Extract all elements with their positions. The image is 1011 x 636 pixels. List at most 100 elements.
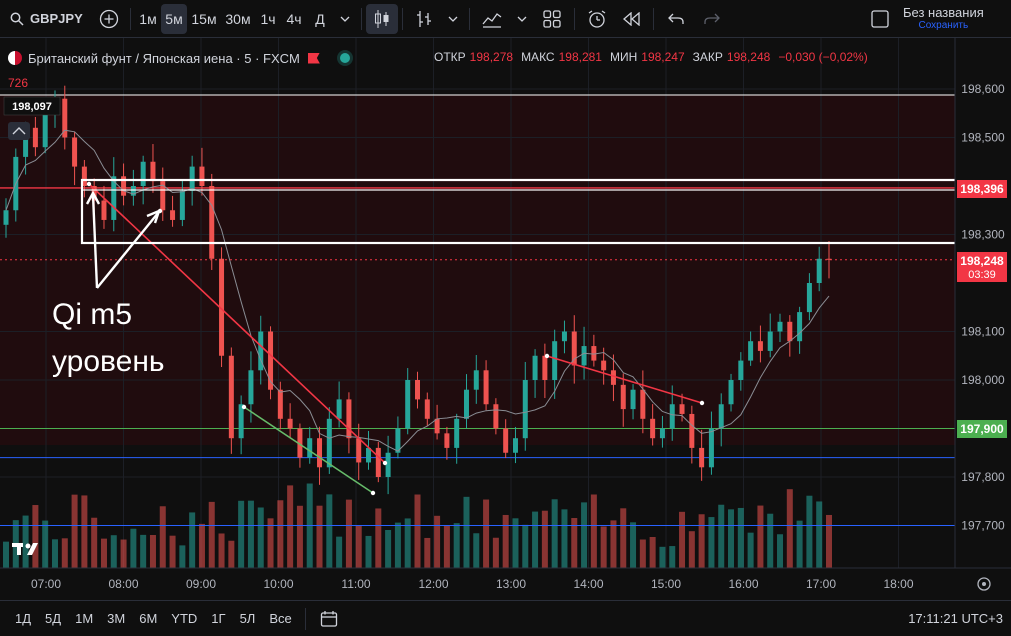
range-3m[interactable]: 3М	[100, 611, 132, 626]
trend-anchor[interactable]	[86, 181, 92, 187]
green-level-price: 197,900	[960, 422, 1004, 436]
candle-body	[650, 418, 656, 439]
indicators-dropdown[interactable]	[510, 4, 534, 34]
date-range-button[interactable]	[320, 610, 338, 628]
interval-4h[interactable]: 4ч	[281, 4, 307, 34]
price-tick-label: 197,700	[961, 519, 1005, 533]
range-all[interactable]: Все	[262, 611, 298, 626]
volume-bar	[541, 510, 548, 568]
chart-type-button[interactable]	[366, 3, 398, 34]
bar-type-dropdown[interactable]	[441, 4, 465, 34]
volume-bar	[443, 525, 450, 568]
candle-body	[542, 355, 548, 380]
chevron-down-icon	[340, 16, 350, 22]
chevron-down-icon	[448, 16, 458, 22]
candle-body	[718, 404, 724, 429]
volume-bar	[287, 485, 294, 568]
annotation-line-1: Qi m5	[52, 298, 132, 331]
candle-body	[620, 384, 626, 410]
dark-red-zone	[0, 95, 955, 445]
templates-button[interactable]	[534, 4, 570, 34]
time-tick-label: 15:00	[651, 577, 681, 591]
candle-body	[317, 438, 323, 468]
volume-bar	[551, 499, 558, 568]
clock[interactable]: 17:11:21 UTC+3	[908, 611, 1011, 626]
symbol-search-button[interactable]: GBPJPY	[0, 4, 92, 34]
trend-anchor[interactable]	[370, 490, 376, 496]
volume-bar	[355, 525, 362, 568]
interval-1m[interactable]: 1м	[135, 4, 161, 34]
candle-body	[336, 399, 342, 419]
price-axis[interactable]	[955, 38, 1011, 568]
range-ytd[interactable]: YTD	[164, 611, 204, 626]
close-label: ЗАКР	[692, 50, 723, 64]
undo-button[interactable]	[658, 4, 694, 34]
price-chart[interactable]: Qi m5 уровень 198,600 198,500 198,300 198,1…	[0, 38, 1011, 600]
range-1d[interactable]: 1Д	[8, 611, 38, 626]
redo-button[interactable]	[694, 4, 730, 34]
low-label: МИН	[609, 50, 638, 64]
candle-body	[787, 321, 793, 342]
low-value: 198,247	[641, 50, 685, 64]
high-label: МАКС	[521, 50, 555, 64]
interval-15m[interactable]: 15м	[187, 4, 221, 34]
instrument-name[interactable]: Британский фунт / Японская иена · 5 · FX…	[28, 51, 300, 66]
candle-body	[601, 360, 607, 371]
alarm-clock-icon	[588, 9, 606, 28]
separator	[130, 7, 131, 30]
indicators-chart-button[interactable]	[474, 4, 510, 34]
undo-icon	[668, 13, 684, 24]
trend-anchor[interactable]	[544, 353, 550, 359]
interval-dropdown[interactable]	[333, 4, 357, 34]
time-tick-label: 16:00	[728, 577, 758, 591]
range-5y[interactable]: 5Л	[233, 611, 263, 626]
volume-bar	[561, 509, 568, 568]
candle-body	[101, 200, 107, 220]
volume-bar	[238, 500, 245, 568]
volume-bar	[159, 506, 166, 568]
plus-circle-icon	[99, 9, 119, 28]
candle-body	[689, 413, 695, 448]
candle-body	[32, 127, 38, 148]
interval-d[interactable]: Д	[307, 4, 333, 34]
candle-body	[728, 380, 734, 405]
trend-anchor[interactable]	[241, 404, 247, 410]
candle-body	[473, 370, 479, 390]
volume-bar	[620, 508, 627, 568]
market-status-dot-icon	[339, 53, 350, 63]
price-tick-label: 198,600	[961, 82, 1005, 96]
volume-bar	[198, 523, 205, 568]
replay-button[interactable]	[615, 4, 649, 34]
collapse-button[interactable]	[8, 122, 30, 140]
volume-bar	[610, 520, 617, 568]
trend-anchor[interactable]	[382, 460, 388, 466]
interval-1h[interactable]: 1ч	[255, 4, 281, 34]
candle-body	[640, 389, 646, 419]
interval-5m[interactable]: 5м	[161, 3, 187, 34]
candle-body	[757, 341, 763, 351]
volume-bar	[777, 534, 784, 568]
interval-30m[interactable]: 30м	[221, 4, 255, 34]
indicators-button[interactable]	[407, 4, 441, 34]
range-6m[interactable]: 6М	[132, 611, 164, 626]
compare-button[interactable]	[92, 4, 126, 34]
trend-anchor[interactable]	[699, 400, 705, 406]
redo-icon	[704, 13, 720, 24]
volume-bar	[532, 511, 539, 568]
candle-body	[405, 380, 411, 429]
alert-button[interactable]	[579, 4, 615, 34]
chart-legend: Британский фунт / Японская иена · 5 · FX…	[8, 48, 350, 68]
layout-button[interactable]: Без названия Сохранить	[871, 4, 1011, 34]
candle-body	[454, 418, 460, 448]
volume-bar	[679, 511, 686, 568]
range-5d[interactable]: 5Д	[38, 611, 68, 626]
range-1m[interactable]: 1М	[68, 611, 100, 626]
price-tick-label: 198,300	[961, 228, 1005, 242]
volume-bar	[61, 538, 68, 568]
volume-bar	[51, 539, 58, 568]
volume-bar	[796, 520, 803, 568]
range-1y[interactable]: 1Г	[204, 611, 232, 626]
volume-bar	[630, 522, 637, 568]
candle-body	[444, 433, 450, 448]
volume-bar	[492, 537, 499, 568]
